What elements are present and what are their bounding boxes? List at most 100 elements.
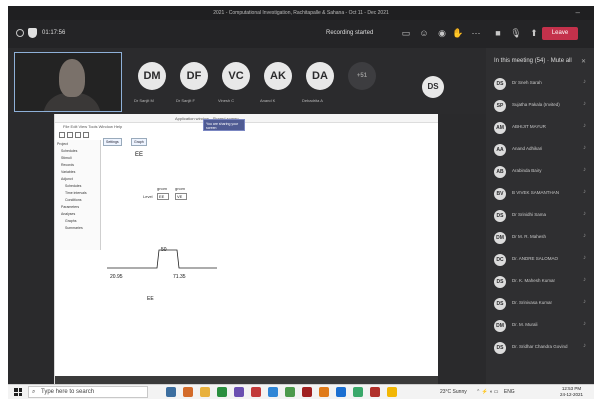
microphone-icon[interactable]: 🎙 <box>510 28 522 39</box>
taskbar-app-icon[interactable] <box>217 387 227 397</box>
tab-settings[interactable]: Settings <box>103 138 122 146</box>
taskbar-app-icon[interactable] <box>251 387 261 397</box>
taskbar-app-icon[interactable] <box>353 387 363 397</box>
tree-node[interactable]: Conditions <box>65 198 82 202</box>
tree-node[interactable]: Adjunct <box>61 177 73 181</box>
leave-button[interactable]: Leave <box>542 27 578 40</box>
more-participants-avatar[interactable]: +51 <box>348 62 376 90</box>
more-options-icon[interactable]: ⋯ <box>470 28 482 39</box>
mic-icon[interactable]: ♪ <box>583 299 586 305</box>
tree-node[interactable]: Variables <box>61 170 75 174</box>
participant-strip: DM Dr Sanjit M DF Dr Sanjit F VC Vinesh … <box>8 48 486 114</box>
participant-row[interactable]: DM Dr. M. Murali ♪ <box>490 318 590 334</box>
share-screen-icon[interactable]: ⬆ <box>528 28 540 39</box>
mic-icon[interactable]: ♪ <box>583 79 586 85</box>
participant-row[interactable]: DS Dr Srinidhi Sama ♪ <box>490 208 590 224</box>
participant-avatar[interactable]: DM <box>138 62 166 90</box>
participant-avatar[interactable]: AK <box>264 62 292 90</box>
teams-meeting-window: 2021 - Computational Investigation, Rach… <box>8 6 594 388</box>
taskbar-app-icon[interactable] <box>319 387 329 397</box>
taskbar-app-icon[interactable] <box>234 387 244 397</box>
participant-row[interactable]: DS Dr Sneh Sarah ♪ <box>490 76 590 92</box>
taskbar-search-input[interactable]: ⌕ Type here to search <box>28 386 148 398</box>
tree-node[interactable]: Parameters <box>61 205 79 209</box>
reactions-icon[interactable]: ☺ <box>418 28 430 39</box>
participant-row[interactable]: DM Dr M. R. Mahesh ♪ <box>490 230 590 246</box>
recording-status: Recording started <box>326 30 374 36</box>
help-icon[interactable] <box>83 132 89 138</box>
taskbar-clock[interactable]: 12:53 PM 24-12-2021 <box>560 386 583 398</box>
save-icon[interactable] <box>67 132 73 138</box>
mic-icon[interactable]: ♪ <box>583 123 586 129</box>
weather-widget[interactable]: 23°C Sunny ⌃ ⚡ ◖ ▭ ENG <box>440 389 515 395</box>
tree-node[interactable]: Graphs <box>65 219 76 223</box>
participant-row[interactable]: SP Sujatha Pakala (Invited) ♪ <box>490 98 590 114</box>
participant-name: Dr. ANDRE SALOMAO <box>512 256 559 261</box>
tab-graph[interactable]: Graph <box>131 138 147 146</box>
participant-avatar[interactable]: DF <box>180 62 208 90</box>
participant-row[interactable]: BV B VIVEK SAMANTHAN ♪ <box>490 186 590 202</box>
value-field[interactable]: EE <box>157 193 169 200</box>
tree-node[interactable]: Project <box>57 142 68 146</box>
taskbar-app-icon[interactable] <box>387 387 397 397</box>
people-icon[interactable]: ◉ <box>436 28 448 39</box>
mic-icon[interactable]: ♪ <box>583 233 586 239</box>
system-tray-icons[interactable]: ⌃ ⚡ ◖ ▭ <box>476 389 498 395</box>
shared-taskbar <box>55 376 438 384</box>
share-notice: You are sharing your screen <box>203 119 245 131</box>
raise-hand-icon[interactable]: ✋ <box>452 28 464 39</box>
mic-icon[interactable]: ♪ <box>583 189 586 195</box>
mic-icon[interactable]: ♪ <box>583 277 586 283</box>
participant-row[interactable]: DS Dr. Sridhar Chandra Govind ♪ <box>490 340 590 356</box>
mic-icon[interactable]: ♪ <box>583 167 586 173</box>
print-icon[interactable] <box>75 132 81 138</box>
value-field[interactable]: VE <box>175 193 187 200</box>
participant-row[interactable]: AB Arabinda Bairy ♪ <box>490 164 590 180</box>
mic-icon[interactable]: ♪ <box>583 321 586 327</box>
minimize-icon[interactable]: – <box>576 8 580 17</box>
taskbar-app-icon[interactable] <box>166 387 176 397</box>
new-file-icon[interactable] <box>59 132 65 138</box>
participant-caption: Dr Sanjit M <box>134 98 154 103</box>
tree-node[interactable]: Schedules <box>61 149 77 153</box>
mic-icon[interactable]: ♪ <box>583 343 586 349</box>
participant-row[interactable]: DS Dr. Srinivasa Kumar ♪ <box>490 296 590 312</box>
shield-icon[interactable] <box>28 28 37 38</box>
language-indicator[interactable]: ENG <box>504 389 515 395</box>
chat-icon[interactable]: ▭ <box>400 28 412 39</box>
tree-node[interactable]: Schedules <box>65 184 81 188</box>
participant-row[interactable]: AA Anand Adhikari ♪ <box>490 142 590 158</box>
tree-node[interactable]: Time intervals <box>65 191 87 195</box>
taskbar-app-icon[interactable] <box>200 387 210 397</box>
avatar: DM <box>494 232 506 244</box>
app-menu[interactable]: File Edit View Tools Window Help <box>63 124 122 129</box>
camera-icon[interactable]: ■ <box>492 28 504 39</box>
mic-icon[interactable]: ♪ <box>583 145 586 151</box>
tree-node[interactable]: Summaries <box>65 226 83 230</box>
participant-row[interactable]: DS Dr. K. Mahesh Kumar ♪ <box>490 274 590 290</box>
taskbar-app-icon[interactable] <box>183 387 193 397</box>
participant-row[interactable]: DC Dr. ANDRE SALOMAO ♪ <box>490 252 590 268</box>
taskbar-app-icon[interactable] <box>336 387 346 397</box>
mic-icon[interactable]: ♪ <box>583 255 586 261</box>
tree-node[interactable]: Stimuli <box>61 156 72 160</box>
app-menubar: File Edit View Tools Window Help <box>55 123 438 130</box>
taskbar-app-icon[interactable] <box>285 387 295 397</box>
mic-icon[interactable]: ♪ <box>583 101 586 107</box>
participant-avatar[interactable]: VC <box>222 62 250 90</box>
tree-node[interactable]: Analyses <box>61 212 75 216</box>
taskbar-app-icon[interactable] <box>268 387 278 397</box>
participant-caption: Anand K <box>260 98 276 103</box>
start-button[interactable] <box>14 388 22 396</box>
clock-icon <box>16 29 24 37</box>
mic-icon[interactable]: ♪ <box>583 211 586 217</box>
taskbar-app-icon[interactable] <box>370 387 380 397</box>
taskbar-app-icon[interactable] <box>302 387 312 397</box>
tree-node[interactable]: Records <box>61 163 74 167</box>
close-icon[interactable]: ✕ <box>581 58 586 65</box>
participant-avatar[interactable]: DA <box>306 62 334 90</box>
self-video-tile[interactable] <box>14 52 122 112</box>
participant-row[interactable]: AM ABHIJIT MAYUR ♪ <box>490 120 590 136</box>
floating-participant-avatar[interactable]: DS <box>422 76 444 98</box>
avatar: DS <box>494 276 506 288</box>
